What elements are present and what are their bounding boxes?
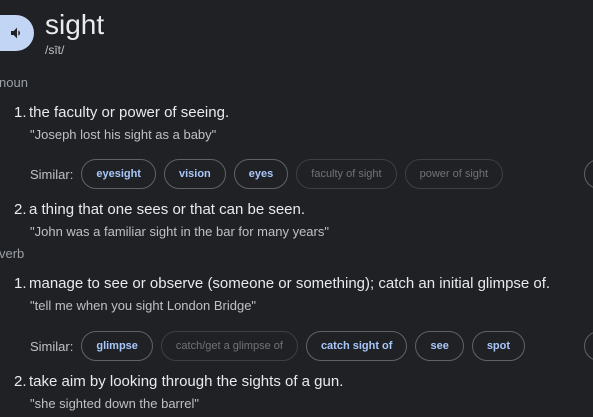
definition-text: the faculty or power of seeing.: [29, 104, 230, 121]
similar-chip-glimpse[interactable]: glimpse: [81, 331, 153, 361]
similar-words-row: Similar: glimpse catch/get a glimpse of …: [30, 331, 533, 361]
definition-number: 1.: [14, 104, 27, 121]
similar-chip-spot[interactable]: spot: [471, 331, 526, 361]
phonetic-spelling: /sīt/: [45, 43, 65, 57]
example-sentence: "Joseph lost his sight as a baby": [30, 127, 217, 142]
similar-chip-catch-sight-of[interactable]: catch sight of: [305, 331, 408, 361]
part-of-speech-noun: noun: [0, 75, 28, 90]
similar-chip-eyes[interactable]: eyes: [233, 159, 289, 189]
definition-number: 2.: [14, 201, 27, 218]
similar-label: Similar:: [30, 166, 74, 182]
example-sentence: "tell me when you sight London Bridge": [30, 298, 257, 313]
dictionary-card: sight /sīt/ noun 1. the faculty or power…: [0, 0, 593, 417]
more-similar-chip[interactable]: [584, 159, 593, 189]
similar-label: Similar:: [30, 338, 74, 354]
definition-number: 2.: [14, 373, 27, 390]
similar-chip-see[interactable]: see: [415, 331, 464, 361]
definition-number: 1.: [14, 275, 27, 292]
similar-chip-catch-get-a-glimpse-of[interactable]: catch/get a glimpse of: [160, 331, 298, 361]
definition-text: take aim by looking through the sights o…: [29, 373, 344, 390]
part-of-speech-verb: verb: [0, 246, 25, 261]
pronunciation-button[interactable]: [0, 15, 34, 51]
similar-chip-vision[interactable]: vision: [163, 159, 226, 189]
similar-chip-power-of-sight[interactable]: power of sight: [404, 159, 504, 189]
example-sentence: "John was a familiar sight in the bar fo…: [30, 224, 329, 239]
similar-chip-eyesight[interactable]: eyesight: [81, 159, 156, 189]
more-similar-chip[interactable]: [584, 331, 593, 361]
example-sentence: "she sighted down the barrel": [30, 396, 199, 411]
headword: sight: [45, 9, 105, 40]
speaker-icon: [11, 27, 20, 39]
similar-words-row: Similar: eyesight vision eyes faculty of…: [30, 159, 511, 189]
similar-chip-faculty-of-sight[interactable]: faculty of sight: [296, 159, 397, 189]
definition-text: manage to see or observe (someone or som…: [29, 275, 551, 292]
definition-text: a thing that one sees or that can be see…: [29, 201, 306, 218]
